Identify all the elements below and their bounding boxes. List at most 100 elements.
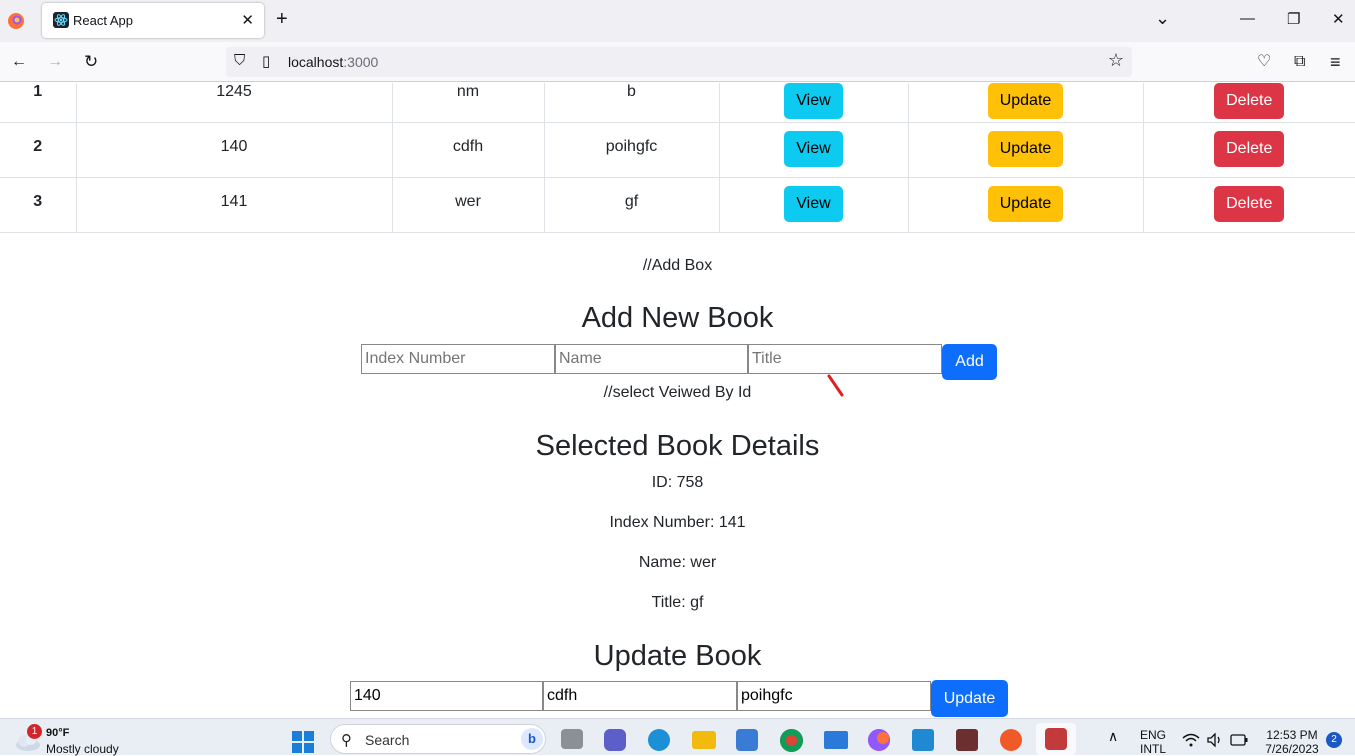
vscode-icon[interactable] xyxy=(912,729,934,751)
update-button[interactable]: Update xyxy=(987,186,1064,222)
cell-index: 141 xyxy=(75,177,393,233)
teams-icon[interactable] xyxy=(604,729,626,751)
new-tab-button[interactable]: + xyxy=(276,9,288,29)
view-button[interactable]: View xyxy=(784,186,843,222)
search-icon: ⚲ xyxy=(341,732,352,749)
active-tab[interactable]: React App ✕ xyxy=(42,3,264,38)
page-info-icon[interactable]: ▯ xyxy=(262,52,270,70)
page-content: 1 1245 nm b View Update Delete 2 140 cdf… xyxy=(0,83,1355,718)
app-menu-icon[interactable]: ≡ xyxy=(1330,52,1341,72)
file-explorer-icon[interactable] xyxy=(692,731,716,749)
cell-title: poihgfc xyxy=(543,122,720,178)
forward-icon[interactable]: → xyxy=(47,52,63,72)
notification-badge[interactable]: 2 xyxy=(1326,732,1342,748)
index-number-input[interactable] xyxy=(361,344,555,374)
mail-icon[interactable] xyxy=(824,731,848,749)
title-input[interactable] xyxy=(748,344,942,374)
cell-title: gf xyxy=(543,177,720,233)
clock-date: 7/26/2023 xyxy=(1265,742,1319,756)
temperature: 90°F xyxy=(46,727,70,739)
bing-icon[interactable]: b xyxy=(521,728,543,750)
bookmark-star-icon[interactable]: ☆ xyxy=(1108,50,1124,71)
tray-chevron-icon[interactable]: ∧ xyxy=(1108,728,1118,745)
row-number: 1 xyxy=(0,83,77,123)
cell-title: b xyxy=(543,83,720,123)
firefox-logo-icon[interactable] xyxy=(7,12,25,30)
pocket-icon[interactable]: ♡ xyxy=(1257,52,1271,72)
cell-name: cdfh xyxy=(391,122,545,178)
update-cell: Update xyxy=(907,83,1144,123)
table-row: 3 141 wer gf View Update Delete xyxy=(0,177,1355,233)
table-row: 1 1245 nm b View Update Delete xyxy=(0,83,1355,123)
close-tab-icon[interactable]: ✕ xyxy=(241,11,254,29)
language-indicator[interactable]: ENG INTL xyxy=(1136,728,1170,756)
delete-button[interactable]: Delete xyxy=(1214,186,1285,222)
firefox-taskbar-icon[interactable] xyxy=(868,729,890,751)
table-row: 2 140 cdfh poihgfc View Update Delete xyxy=(0,122,1355,178)
name-input[interactable] xyxy=(555,344,748,374)
extensions-icon[interactable]: ⧉ xyxy=(1294,52,1305,72)
tab-list-icon[interactable]: ⌄ xyxy=(1155,8,1170,29)
taskbar-search[interactable]: ⚲ Search b xyxy=(330,724,546,754)
delete-button[interactable]: Delete xyxy=(1214,83,1285,119)
task-view-icon[interactable] xyxy=(561,729,583,749)
update-submit-button[interactable]: Update xyxy=(931,680,1008,717)
battery-icon[interactable] xyxy=(1230,734,1248,746)
delete-button[interactable]: Delete xyxy=(1214,131,1285,167)
windows-taskbar: 1 90°F Mostly cloudy ⚲ Search b ∧ ENG IN… xyxy=(0,718,1355,756)
weather-description: Mostly cloudy xyxy=(46,742,119,756)
restore-icon[interactable]: ❐ xyxy=(1287,10,1300,28)
search-label: Search xyxy=(365,732,410,748)
url-bar[interactable]: ⛉ ▯ localhost:3000 ☆ xyxy=(226,47,1132,77)
update-cell: Update xyxy=(907,177,1144,233)
cell-name: wer xyxy=(391,177,545,233)
reload-icon[interactable]: ↻ xyxy=(84,52,98,72)
store-icon[interactable] xyxy=(736,729,758,751)
update-button[interactable]: Update xyxy=(987,83,1064,119)
view-cell: View xyxy=(718,122,909,178)
update-book-heading: Update Book xyxy=(593,640,762,672)
browser-nav-bar: ← → ↻ ⛉ ▯ localhost:3000 ☆ ♡ ⧉ ≡ xyxy=(0,42,1355,82)
browser-tab-bar: React App ✕ + ⌄ — ❐ ✕ xyxy=(0,0,1355,42)
clock-time: 12:53 PM xyxy=(1266,728,1318,742)
weather-badge: 1 xyxy=(27,724,42,739)
url-text: localhost:3000 xyxy=(288,54,379,70)
add-book-heading: Add New Book xyxy=(581,302,774,334)
close-window-icon[interactable]: ✕ xyxy=(1332,10,1345,28)
selected-name: Name: wer xyxy=(638,554,717,571)
shield-icon[interactable]: ⛉ xyxy=(234,52,245,69)
windows-start-icon[interactable] xyxy=(291,730,315,754)
snipping-tool-tile[interactable] xyxy=(1036,723,1076,755)
view-button[interactable]: View xyxy=(784,131,843,167)
wifi-icon[interactable] xyxy=(1182,733,1200,747)
minimize-icon[interactable]: — xyxy=(1240,10,1255,27)
view-button[interactable]: View xyxy=(784,83,843,119)
add-button[interactable]: Add xyxy=(942,344,997,380)
volume-icon[interactable] xyxy=(1207,733,1223,747)
cell-name: nm xyxy=(391,83,545,123)
row-number: 2 xyxy=(0,122,77,178)
row-number: 3 xyxy=(0,177,77,233)
selected-book-heading: Selected Book Details xyxy=(535,430,820,462)
update-name-input[interactable] xyxy=(543,681,737,711)
update-button[interactable]: Update xyxy=(987,131,1064,167)
select-comment: //select Veiwed By Id xyxy=(603,384,752,401)
view-cell: View xyxy=(718,83,909,123)
selected-index-number: Index Number: 141 xyxy=(609,514,746,531)
postman-icon[interactable] xyxy=(1000,729,1022,751)
books-table: 1 1245 nm b View Update Delete 2 140 cdf… xyxy=(0,83,1355,233)
keyboard-layout: INTL xyxy=(1139,742,1166,756)
snipping-tool-icon xyxy=(1045,728,1067,750)
edge-icon[interactable] xyxy=(648,729,670,751)
add-box-comment: //Add Box xyxy=(642,257,713,274)
clock[interactable]: 12:53 PM 7/26/2023 xyxy=(1262,728,1322,756)
chrome-icon[interactable] xyxy=(780,729,803,752)
tab-title: React App xyxy=(73,13,133,28)
back-icon[interactable]: ← xyxy=(11,52,27,72)
update-index-input[interactable] xyxy=(350,681,543,711)
game-app-icon[interactable] xyxy=(956,729,978,751)
delete-cell: Delete xyxy=(1142,83,1355,123)
view-cell: View xyxy=(718,177,909,233)
delete-cell: Delete xyxy=(1142,122,1355,178)
update-title-input[interactable] xyxy=(737,681,931,711)
